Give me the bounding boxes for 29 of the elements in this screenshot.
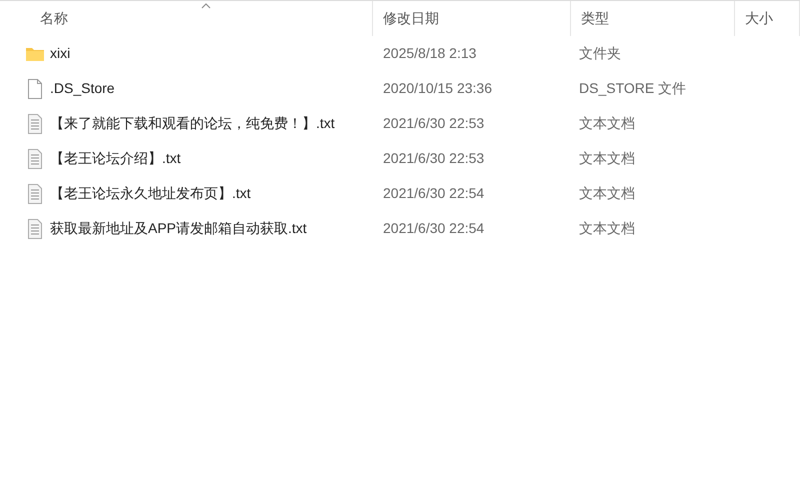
date-cell-text: 2021/6/30 22:53	[382, 149, 486, 168]
column-header[interactable]: 修改日期	[373, 1, 571, 36]
folder-icon	[25, 46, 45, 62]
file-icon	[27, 78, 43, 98]
column-header[interactable]: 大小	[735, 1, 800, 36]
date-cell-text: 2021/6/30 22:53	[382, 114, 486, 133]
text-file-icon	[27, 184, 43, 204]
date-cell-text: 2020/10/15 23:36	[382, 79, 493, 98]
date-cell-text: 2021/6/30 22:54	[382, 219, 486, 238]
type-cell-text: 文件夹	[578, 44, 622, 63]
type-cell-text: 文本文档	[578, 114, 636, 133]
date-cell-text: 2025/8/18 2:13	[382, 44, 478, 63]
text-file-icon	[27, 148, 43, 168]
file-name[interactable]: .DS_Store	[0, 78, 373, 99]
text-file-icon	[27, 218, 43, 238]
sort-ascending-icon	[200, 3, 211, 9]
text-file-icon	[27, 114, 43, 134]
date-cell-text: 2021/6/30 22:54	[382, 184, 486, 203]
type-cell-text: DS_STORE 文件	[578, 79, 688, 98]
type-cell-text: 文本文档	[578, 149, 636, 168]
column-header[interactable]: 类型	[571, 1, 735, 36]
file-name[interactable]: 获取最新地址及APP请发邮箱自动获取.txt	[0, 218, 373, 239]
type-cell-text: 文本文档	[578, 184, 636, 203]
column-header[interactable]: 名称	[0, 1, 373, 36]
file-name[interactable]: 【老王论坛永久地址发布页】.txt	[0, 183, 373, 204]
type-cell-text: 文本文档	[578, 219, 636, 238]
file-name[interactable]: xixi	[0, 43, 373, 64]
file-name[interactable]: 【老王论坛介绍】.txt	[0, 148, 373, 169]
file-name[interactable]: 【来了就能下载和观看的论坛，纯免费！】.txt	[0, 113, 373, 134]
